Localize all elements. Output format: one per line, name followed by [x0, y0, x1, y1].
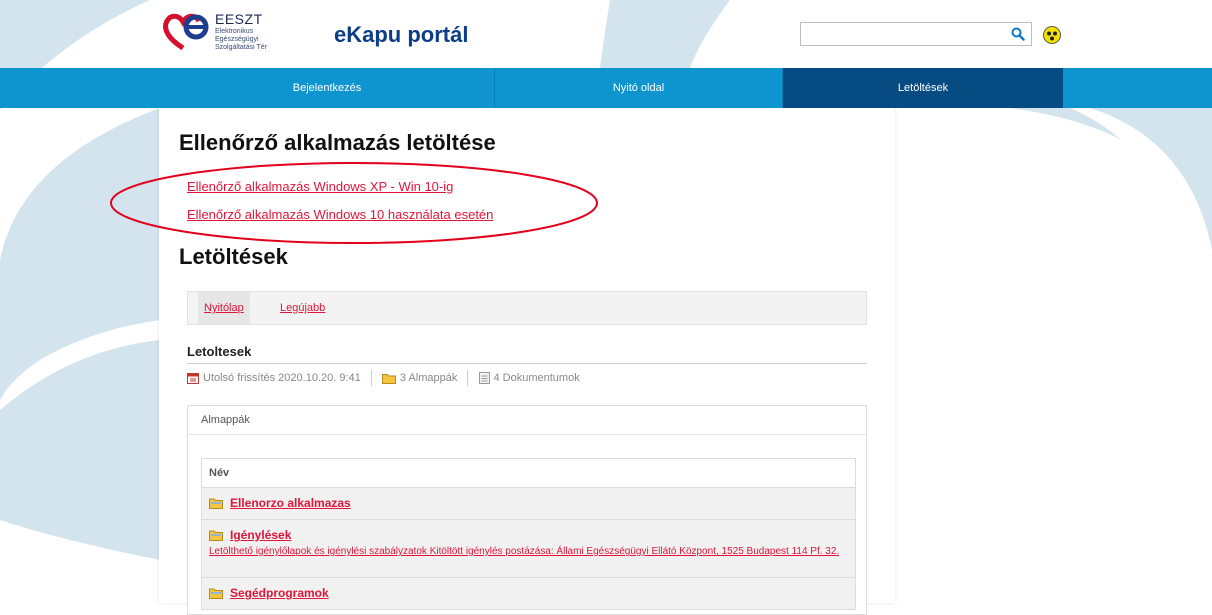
divider	[370, 370, 372, 386]
calendar-icon	[187, 373, 199, 384]
nav-item-downloads[interactable]: Letöltések	[783, 68, 1063, 108]
search-box	[800, 22, 1032, 46]
document-icon	[478, 372, 490, 384]
logo-subtitle: Elektronikus Egészségügyi Szolgáltatási …	[215, 28, 305, 52]
tab-home[interactable]: Nyitólap	[198, 292, 250, 324]
table-row: Segédprogramok	[202, 578, 855, 610]
folder-icon	[209, 530, 223, 541]
logo-title: EESZT	[215, 11, 263, 27]
column-header-name: Név	[202, 459, 855, 488]
nav-item-home[interactable]: Nyitó oldal	[495, 68, 783, 108]
search-icon[interactable]	[1011, 27, 1025, 41]
subfolder-link-igenylesek[interactable]: Igénylések	[230, 528, 291, 542]
last-updated: Utolsó frissítés 2020.10.20. 9:41	[203, 372, 361, 384]
download-link-winxp[interactable]: Ellenőrző alkalmazás Windows XP - Win 10…	[187, 179, 453, 194]
main-navigation: Bejelentkezés Nyitó oldal Letöltések	[0, 68, 1212, 108]
logo-subtitle-line: Elektronikus	[215, 28, 254, 35]
folder-icon	[209, 498, 223, 509]
subfolders-table: Név Ellenorzo alkalmazas Igénylések Letö…	[201, 458, 856, 610]
logo-subtitle-line: Egészségügyi	[215, 36, 259, 43]
page-title: Ellenőrző alkalmazás letöltése	[179, 130, 496, 155]
folder-heading: Letoltesek	[187, 344, 867, 364]
folder-icon	[209, 588, 223, 599]
nav-item-login[interactable]: Bejelentkezés	[160, 68, 495, 108]
table-row: Igénylések Letölthető igénylőlapok és ig…	[202, 520, 855, 578]
download-link-win10[interactable]: Ellenőrző alkalmazás Windows 10 használa…	[187, 207, 493, 222]
downloads-title: Letöltések	[179, 244, 288, 269]
search-input[interactable]	[805, 24, 1009, 46]
subfolders-panel-title: Almappák	[188, 406, 866, 435]
subfolder-count: 3 Almappák	[399, 372, 458, 384]
accessibility-icon[interactable]	[1043, 26, 1061, 44]
folder-meta: Utolsó frissítés 2020.10.20. 9:41 3 Alma…	[187, 370, 580, 386]
downloads-tabs: Nyitólap Legújabb	[187, 291, 867, 325]
eeszt-logo[interactable]: EESZT Elektronikus Egészségügyi Szolgált…	[163, 8, 293, 60]
tab-newest[interactable]: Legújabb	[274, 292, 331, 324]
main-content: Ellenőrző alkalmazás letöltése Ellenőrző…	[159, 108, 895, 615]
portal-title: eKapu portál	[334, 22, 469, 47]
folder-icon	[381, 373, 396, 384]
subfolder-link-ellenorzo[interactable]: Ellenorzo alkalmazas	[230, 496, 351, 510]
divider	[467, 370, 469, 386]
logo-subtitle-line: Szolgáltatási Tér	[215, 44, 268, 51]
table-row: Ellenorzo alkalmazas	[202, 488, 855, 520]
subfolder-link-segedprogramok[interactable]: Segédprogramok	[230, 586, 329, 600]
document-count: 4 Dokumentumok	[493, 372, 580, 384]
subfolder-description[interactable]: Letölthető igénylőlapok és igénylési sza…	[209, 545, 848, 559]
subfolders-panel: Almappák Név Ellenorzo alkalmazas Igényl…	[187, 405, 867, 615]
heart-logo-icon	[163, 13, 209, 51]
site-header: EESZT Elektronikus Egészségügyi Szolgált…	[0, 0, 1212, 68]
